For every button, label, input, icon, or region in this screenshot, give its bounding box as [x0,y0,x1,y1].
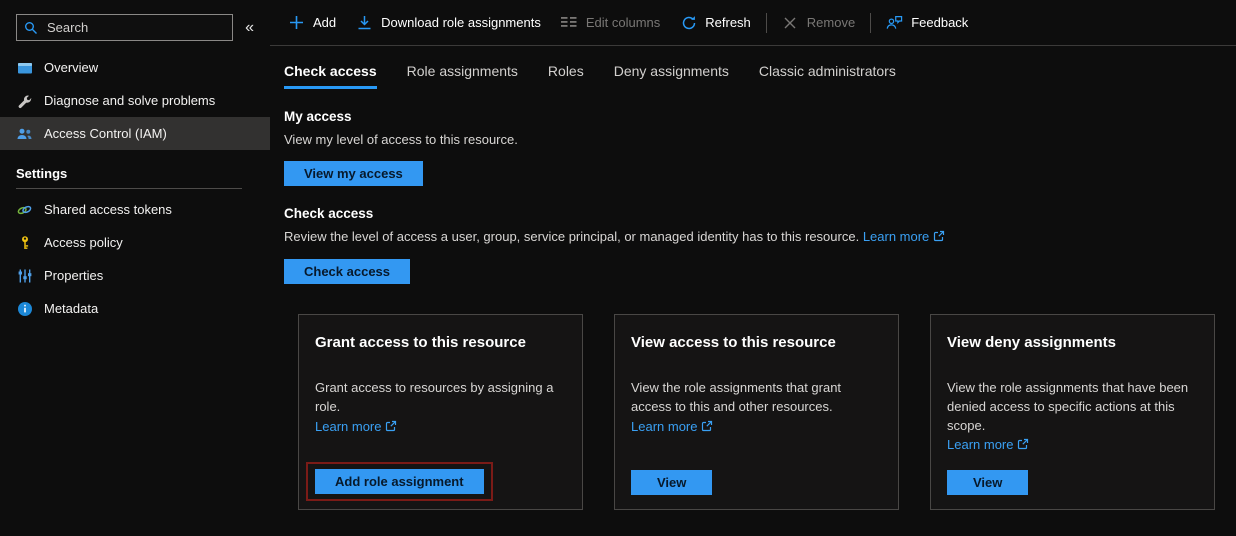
sidebar-item-diagnose[interactable]: Diagnose and solve problems [0,84,270,117]
external-link-icon [933,229,945,247]
feedback-button[interactable]: Feedback [876,0,978,45]
card-description: View the role assignments that grant acc… [631,379,882,416]
card-title: Grant access to this resource [315,334,566,351]
search-icon [24,21,38,35]
search-input[interactable] [45,19,225,36]
sidebar-item-label: Metadata [44,301,98,316]
sidebar-collapse-button[interactable]: « [239,18,260,38]
sidebar-item-access-policy[interactable]: Access policy [0,226,270,259]
sidebar-item-label: Properties [44,268,103,283]
sidebar-item-label: Access policy [44,235,123,250]
my-access-title: My access [284,109,1236,124]
check-access-description-text: Review the level of access a user, group… [284,229,859,244]
download-icon [356,14,373,31]
feedback-icon [886,14,903,31]
command-bar: Add Download role assignments Edit colum… [270,0,1236,46]
view-access-learn-more-link[interactable]: Learn more [631,419,697,434]
my-access-description: View my level of access to this resource… [284,131,1236,149]
add-button[interactable]: Add [278,0,346,45]
external-link-icon [701,420,713,435]
external-link-icon [1017,438,1029,453]
card-link-row: Learn more [631,419,882,435]
toolbar-separator [870,13,871,33]
card-link-row: Learn more [947,437,1198,453]
sidebar-item-properties[interactable]: Properties [0,259,270,292]
sidebar-item-label: Overview [44,60,98,75]
check-access-title: Check access [284,206,1236,221]
sidebar-nav: Overview Diagnose and solve problems Acc… [0,51,270,150]
red-highlight-box: Add role assignment [306,462,493,501]
sidebar-item-label: Diagnose and solve problems [44,93,215,108]
tab-roles[interactable]: Roles [548,63,584,89]
sidebar-settings-heading: Settings [0,150,270,188]
view-deny-view-button[interactable]: View [947,470,1028,495]
search-box[interactable] [16,14,233,41]
sidebar-item-overview[interactable]: Overview [0,51,270,84]
key-icon [16,234,33,251]
card-title: View access to this resource [631,334,882,351]
card-description: Grant access to resources by assigning a… [315,379,566,416]
download-role-assignments-button[interactable]: Download role assignments [346,0,551,45]
link-icon [16,201,33,218]
view-deny-learn-more-link[interactable]: Learn more [947,437,1013,452]
card-description: View the role assignments that have been… [947,379,1198,435]
card-actions: View [631,470,882,495]
wrench-icon [16,92,33,109]
toolbar-label: Refresh [705,15,751,30]
tab-classic-administrators[interactable]: Classic administrators [759,63,896,89]
sidebar-search-row: « [0,14,270,41]
tab-bar: Check access Role assignments Roles Deny… [270,46,1236,89]
remove-icon [782,14,799,31]
edit-columns-button[interactable]: Edit columns [551,0,670,45]
card-actions: View [947,470,1198,495]
check-access-button[interactable]: Check access [284,259,410,284]
sliders-icon [16,267,33,284]
grant-access-card: Grant access to this resource Grant acce… [298,314,583,510]
plus-icon [288,14,305,31]
tab-deny-assignments[interactable]: Deny assignments [614,63,729,89]
toolbar-label: Remove [807,15,855,30]
check-access-description: Review the level of access a user, group… [284,228,1236,247]
main-content: Add Download role assignments Edit colum… [270,0,1236,536]
toolbar-label: Download role assignments [381,15,541,30]
remove-button[interactable]: Remove [772,0,865,45]
tab-role-assignments[interactable]: Role assignments [407,63,518,89]
add-role-assignment-button[interactable]: Add role assignment [315,469,484,494]
sidebar-item-label: Shared access tokens [44,202,172,217]
sidebar-item-metadata[interactable]: Metadata [0,292,270,325]
toolbar-label: Edit columns [586,15,660,30]
refresh-icon [680,14,697,31]
edit-columns-icon [561,14,578,31]
toolbar-separator [766,13,767,33]
sidebar: « Overview Diagnose and solve problems A… [0,0,270,536]
tab-content: My access View my level of access to thi… [270,89,1236,510]
view-access-view-button[interactable]: View [631,470,712,495]
toolbar-label: Add [313,15,336,30]
sidebar-item-access-control-iam[interactable]: Access Control (IAM) [0,117,270,150]
sidebar-divider [16,188,242,189]
view-my-access-button[interactable]: View my access [284,161,423,186]
cards-row: Grant access to this resource Grant acce… [298,314,1236,510]
access-control-icon [16,125,33,142]
sidebar-settings-nav: Shared access tokens Access policy Prope… [0,193,270,325]
grant-access-learn-more-link[interactable]: Learn more [315,419,381,434]
overview-icon [16,59,33,76]
refresh-button[interactable]: Refresh [670,0,761,45]
card-link-row: Learn more [315,419,566,435]
card-title: View deny assignments [947,334,1198,351]
access-control-iam-page: « Overview Diagnose and solve problems A… [0,0,1236,536]
sidebar-item-shared-access-tokens[interactable]: Shared access tokens [0,193,270,226]
view-access-card: View access to this resource View the ro… [614,314,899,510]
info-icon [16,300,33,317]
toolbar-label: Feedback [911,15,968,30]
view-deny-assignments-card: View deny assignments View the role assi… [930,314,1215,510]
sidebar-item-label: Access Control (IAM) [44,126,167,141]
check-access-learn-more-link[interactable]: Learn more [863,229,929,244]
external-link-icon [385,420,397,435]
card-actions: Add role assignment [315,462,566,495]
tab-check-access[interactable]: Check access [284,63,377,89]
